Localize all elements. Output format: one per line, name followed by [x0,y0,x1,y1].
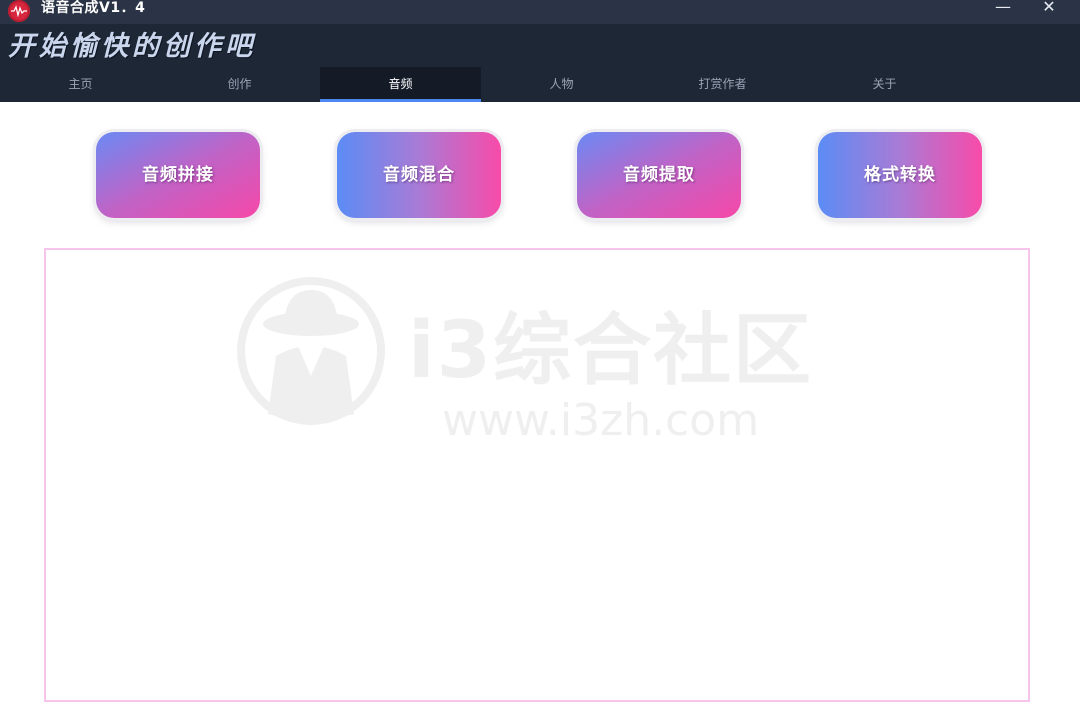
tab-about[interactable]: 关于 [804,67,965,102]
tab-characters[interactable]: 人物 [481,67,642,102]
app-window: 语音合成V1．4 — ✕ 开始愉快的创作吧 主页 创作 音频 人物 打赏作者 关… [0,0,1080,727]
watermark-logo-icon [237,277,385,425]
watermark-url: www.i3zh.com [442,395,760,446]
watermark-name: i3综合社区 [408,306,814,396]
audio-content-panel: i3综合社区 www.i3zh.com [44,248,1030,702]
minimize-button[interactable]: — [985,0,1021,20]
watermark: i3综合社区 www.i3zh.com [236,276,836,446]
slogan: 开始愉快的创作吧 [8,31,256,62]
audio-mix-button[interactable]: 音频混合 [337,132,501,218]
audio-concat-button[interactable]: 音频拼接 [96,132,260,218]
app-logo-icon [8,0,30,22]
title-bar: 语音合成V1．4 — ✕ [0,0,1080,24]
audio-extract-button[interactable]: 音频提取 [577,132,741,218]
tab-create[interactable]: 创作 [159,67,320,102]
close-button[interactable]: ✕ [1031,0,1067,20]
window-title: 语音合成V1．4 [41,0,146,16]
tab-audio[interactable]: 音频 [320,67,481,102]
format-convert-button[interactable]: 格式转换 [818,132,982,218]
tab-home[interactable]: 主页 [0,67,161,102]
tab-bar: 主页 创作 音频 人物 打赏作者 关于 [0,67,1080,102]
header-band: 开始愉快的创作吧 主页 创作 音频 人物 打赏作者 关于 [0,24,1080,102]
tab-donate[interactable]: 打赏作者 [642,67,803,102]
